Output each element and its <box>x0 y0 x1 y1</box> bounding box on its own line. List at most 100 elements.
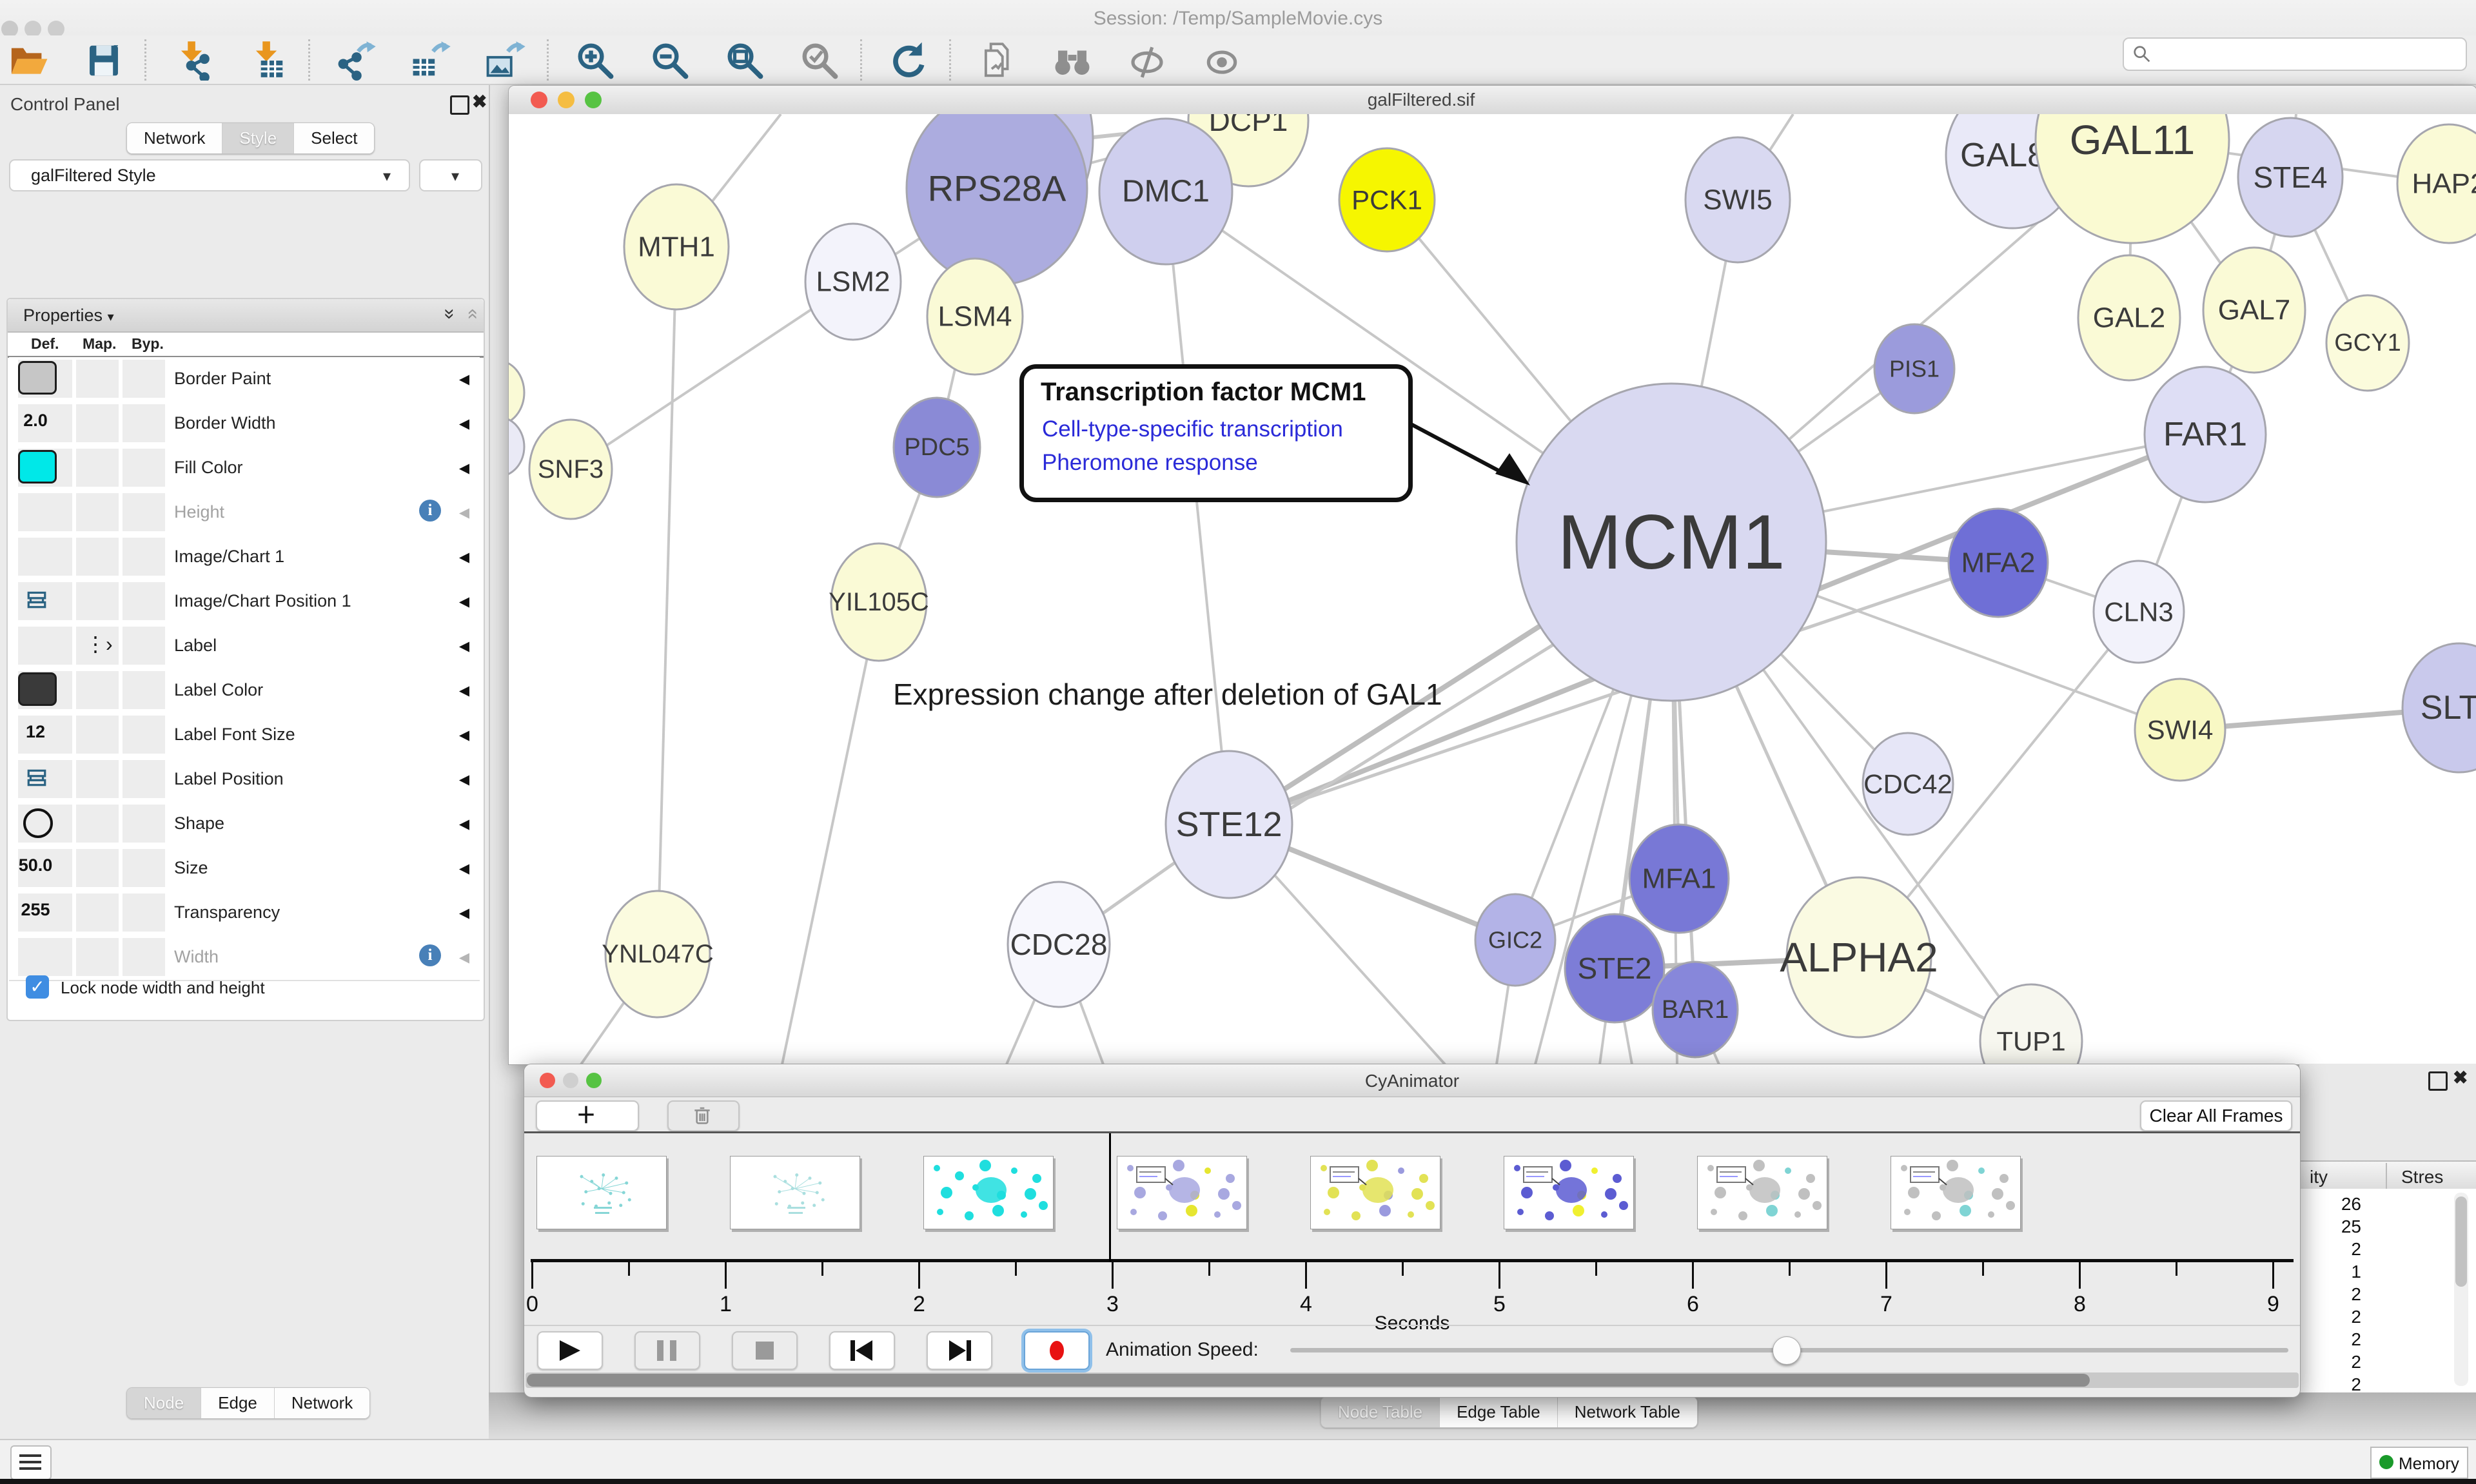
node-cut[interactable] <box>509 360 524 425</box>
frame-thumbnail[interactable] <box>1891 1156 2021 1229</box>
delete-frame-button[interactable] <box>667 1100 740 1131</box>
zoom-out-icon[interactable] <box>650 41 690 81</box>
timeline-playhead[interactable] <box>1109 1133 1111 1262</box>
expand-left-icon[interactable]: ◀ <box>459 371 469 387</box>
frame-thumbnail[interactable] <box>1697 1156 1827 1229</box>
property-row[interactable]: 2.0 Border Width ◀ <box>9 402 480 447</box>
frame-thumbnail[interactable] <box>1310 1156 1440 1229</box>
open-session-icon[interactable] <box>9 41 49 81</box>
search-binoculars-icon[interactable] <box>1052 41 1092 81</box>
table-tab-edge-table[interactable]: Edge Table <box>1440 1397 1558 1427</box>
timeline-ruler[interactable] <box>531 1259 2294 1262</box>
search-input[interactable] <box>2123 37 2467 71</box>
property-row[interactable]: 255 Transparency ◀ <box>9 891 480 937</box>
table-cell[interactable]: 25 <box>2299 1216 2361 1237</box>
export-image-icon[interactable] <box>486 41 526 81</box>
table-cell[interactable]: 1 <box>2299 1262 2361 1282</box>
table-cell[interactable]: 26 <box>2299 1194 2361 1215</box>
property-row[interactable]: Shape ◀ <box>9 802 480 848</box>
memory-button[interactable]: Memory <box>2370 1447 2468 1479</box>
annotation-box[interactable]: Transcription factor MCM1 Cell-type-spec… <box>1019 364 1413 502</box>
export-network-icon[interactable] <box>337 41 377 81</box>
mapping-icon[interactable]: ⋮› <box>85 632 113 656</box>
table-tab-node-table[interactable]: Node Table <box>1321 1397 1440 1427</box>
tab-network[interactable]: Network <box>127 123 222 153</box>
network-window-titlebar[interactable]: galFiltered.sif <box>509 86 2476 115</box>
pause-button[interactable] <box>634 1331 700 1370</box>
property-row[interactable]: Fill Color ◀ <box>9 446 480 492</box>
style-selector[interactable]: galFiltered Style ▾ <box>9 159 410 191</box>
expand-all-icon[interactable]: » <box>439 309 461 320</box>
frames-timeline[interactable]: 0123456789 <box>524 1133 2300 1324</box>
table-scrollbar[interactable] <box>2454 1193 2468 1386</box>
property-row[interactable]: Height i◀ <box>9 491 480 536</box>
skip-end-button[interactable] <box>927 1331 992 1370</box>
add-frame-button[interactable] <box>536 1100 639 1131</box>
network-canvas[interactable]: DCP1PCK1RPS28ADMC1SWI5GAL80GAL11STE4HAP2… <box>509 114 2476 1064</box>
style-options-button[interactable]: ▾ <box>419 159 482 191</box>
tab-style[interactable]: Style <box>222 123 294 153</box>
table-cell[interactable]: 2 <box>2299 1239 2361 1260</box>
default-value[interactable]: 2.0 <box>9 411 62 431</box>
expand-left-icon[interactable]: ◀ <box>459 505 469 521</box>
expand-left-icon[interactable]: ◀ <box>459 416 469 432</box>
expand-left-icon[interactable]: ◀ <box>459 727 469 743</box>
frame-thumbnail[interactable] <box>536 1156 667 1229</box>
record-button[interactable] <box>1024 1331 1090 1370</box>
hide-unselected-icon[interactable] <box>1127 41 1167 81</box>
frame-thumbnail[interactable] <box>923 1156 1054 1229</box>
tab-select[interactable]: Select <box>294 123 374 153</box>
float-panel-icon[interactable] <box>450 95 469 115</box>
expand-left-icon[interactable]: ◀ <box>459 905 469 921</box>
property-row[interactable]: Image/Chart 1 ◀ <box>9 535 480 581</box>
annotation-link-2[interactable]: Pheromone response <box>1042 450 1258 476</box>
panel-tab-node[interactable]: Node <box>127 1388 201 1418</box>
default-swatch[interactable] <box>18 672 57 706</box>
expand-left-icon[interactable]: ◀ <box>459 772 469 788</box>
annotation-link-1[interactable]: Cell-type-specific transcription <box>1042 416 1343 442</box>
expand-left-icon[interactable]: ◀ <box>459 950 469 966</box>
import-table-icon[interactable] <box>248 41 288 81</box>
table-cell[interactable]: 2 <box>2299 1329 2361 1350</box>
table-header-row[interactable]: ity Stres <box>2299 1160 2476 1191</box>
info-icon[interactable]: i <box>419 944 441 966</box>
expand-left-icon[interactable]: ◀ <box>459 816 469 832</box>
zoom-selected-icon[interactable] <box>800 41 840 81</box>
expand-left-icon[interactable]: ◀ <box>459 638 469 654</box>
lock-size-checkbox[interactable]: ✓ <box>26 975 49 999</box>
table-cell[interactable]: 2 <box>2299 1307 2361 1327</box>
copy-document-icon[interactable] <box>978 41 1017 81</box>
property-row[interactable]: 50.0 Size ◀ <box>9 846 480 892</box>
float-panel-icon[interactable] <box>2428 1071 2448 1091</box>
play-button[interactable] <box>537 1331 603 1370</box>
refresh-icon[interactable] <box>889 41 928 81</box>
table-column-ity[interactable]: ity <box>2310 1167 2328 1187</box>
property-row[interactable]: Image/Chart Position 1 ◀ <box>9 580 480 625</box>
expand-left-icon[interactable]: ◀ <box>459 460 469 476</box>
cyanimator-titlebar[interactable]: CyAnimator <box>524 1064 2300 1097</box>
table-column-stress[interactable]: Stres <box>2401 1167 2443 1187</box>
frame-thumbnail[interactable] <box>1117 1156 1247 1229</box>
default-swatch[interactable] <box>18 450 57 483</box>
table-cell[interactable]: 2 <box>2299 1284 2361 1305</box>
default-value[interactable]: 12 <box>9 722 62 742</box>
expand-left-icon[interactable]: ◀ <box>459 861 469 877</box>
close-panel-icon[interactable]: ✖ <box>472 93 487 111</box>
ellipse-shape-icon[interactable] <box>23 808 53 838</box>
clear-all-frames-button[interactable]: Clear All Frames <box>2140 1100 2292 1131</box>
animation-speed-handle[interactable] <box>1773 1336 1801 1365</box>
zoom-fit-icon[interactable] <box>725 41 765 81</box>
frame-thumbnail[interactable] <box>730 1156 860 1229</box>
stop-button[interactable] <box>732 1331 798 1370</box>
property-row[interactable]: Label Color ◀ <box>9 669 480 714</box>
show-all-icon[interactable] <box>1202 41 1242 81</box>
property-row[interactable]: Border Paint ◀ <box>9 357 480 403</box>
panel-tab-edge[interactable]: Edge <box>201 1388 275 1418</box>
close-panel-icon[interactable]: ✖ <box>2453 1069 2468 1087</box>
export-table-icon[interactable] <box>411 41 451 81</box>
save-session-icon[interactable] <box>84 41 124 81</box>
timeline-scrollbar[interactable] <box>526 1372 2299 1388</box>
expand-left-icon[interactable]: ◀ <box>459 683 469 699</box>
property-row[interactable]: 12 Label Font Size ◀ <box>9 713 480 759</box>
panel-tab-network[interactable]: Network <box>275 1388 369 1418</box>
